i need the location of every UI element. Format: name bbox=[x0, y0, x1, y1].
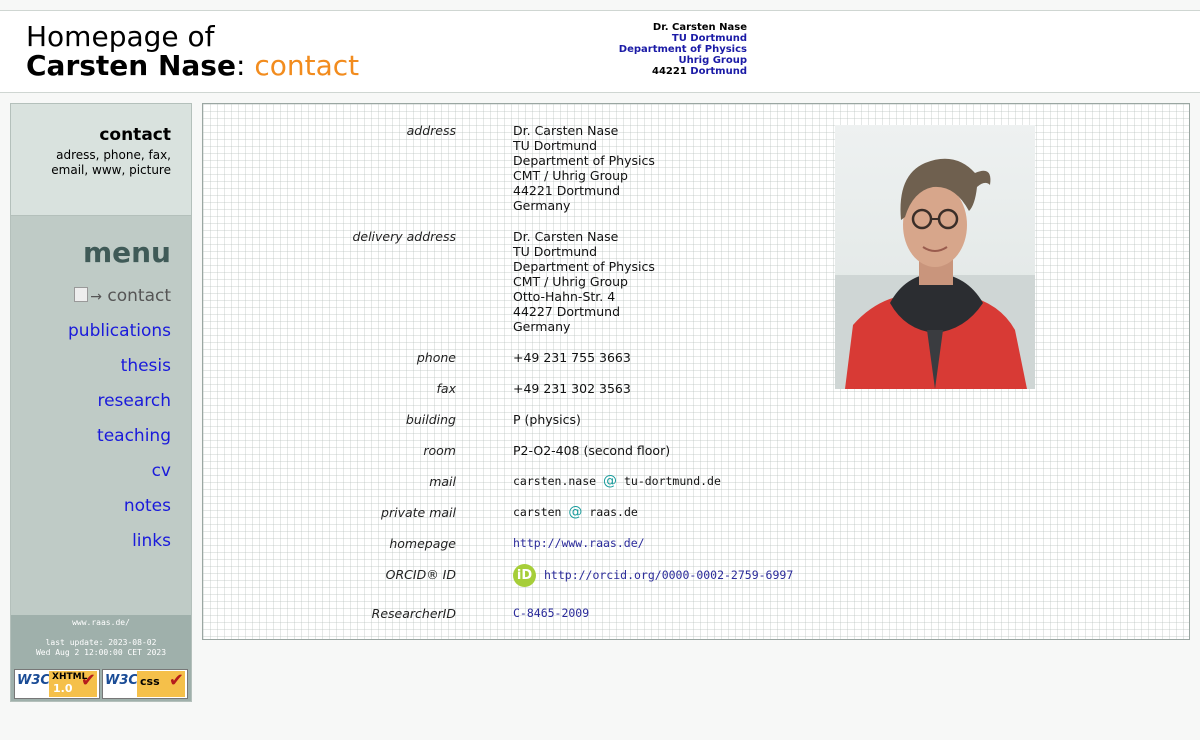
mail-domain: tu-dortmund.de bbox=[623, 474, 721, 488]
page-title: Homepage of Carsten Nase: contact bbox=[26, 22, 359, 80]
xhtml-badge-version: 1.0 bbox=[53, 682, 73, 695]
delivery-address-label: delivery address bbox=[352, 229, 456, 244]
w3c-logo: W3C bbox=[105, 673, 138, 688]
checkmark-icon: ✔ bbox=[168, 670, 184, 691]
delivery-line: Department of Physics bbox=[513, 259, 655, 274]
address-line: Department of Physics bbox=[513, 153, 655, 168]
menu-item-label: contact bbox=[107, 286, 171, 306]
orcid-link[interactable]: http://orcid.org/0000-0002-2759-6997 bbox=[544, 568, 793, 582]
private-mail-user: carsten bbox=[513, 505, 562, 519]
title-line1: Homepage of bbox=[26, 20, 215, 53]
title-line2: Carsten Nase: contact bbox=[26, 51, 359, 80]
orcid-value: iD http://orcid.org/0000-0002-2759-6997 bbox=[513, 564, 793, 587]
header-address-city[interactable]: Dortmund bbox=[690, 66, 747, 77]
header-address-dept[interactable]: Department of Physics bbox=[560, 44, 747, 55]
css-valid-badge[interactable]: W3C css ✔ bbox=[102, 669, 188, 699]
building-label: building bbox=[405, 412, 456, 427]
header-address-group[interactable]: Uhrig Group bbox=[560, 55, 747, 66]
address-line: CMT / Uhrig Group bbox=[513, 168, 628, 183]
w3c-logo: W3C bbox=[17, 673, 50, 688]
delivery-line: CMT / Uhrig Group bbox=[513, 274, 628, 289]
address-label: address bbox=[406, 123, 456, 138]
orcid-icon[interactable]: iD bbox=[513, 564, 536, 587]
menu-item-research[interactable]: research bbox=[68, 388, 171, 423]
css-badge-label: css ✔ bbox=[137, 671, 185, 697]
sidebar-section-title: contact bbox=[99, 125, 171, 145]
footer-www[interactable]: www.raas.de/ bbox=[11, 618, 191, 628]
contact-panel: address Dr. Carsten Nase TU Dortmund Dep… bbox=[202, 103, 1190, 640]
sidebar-footer: www.raas.de/ last update: 2023-08-02 Wed… bbox=[11, 615, 191, 701]
researcher-id-label: ResearcherID bbox=[371, 606, 456, 621]
room-value: P2-O2-408 (second floor) bbox=[513, 443, 671, 458]
delivery-line: TU Dortmund bbox=[513, 244, 598, 259]
delivery-address-value: Dr. Carsten Nase TU Dortmund Department … bbox=[513, 229, 655, 334]
css-badge-top: css bbox=[140, 675, 160, 688]
header-address-org[interactable]: TU Dortmund bbox=[560, 33, 747, 44]
menu-item-publications[interactable]: publications bbox=[68, 318, 171, 353]
menu-item-thesis[interactable]: thesis bbox=[68, 353, 171, 388]
fax-label: fax bbox=[436, 381, 456, 396]
orcid-label: ORCID® ID bbox=[385, 567, 456, 582]
mail-label: mail bbox=[429, 474, 456, 489]
researcher-id-link[interactable]: C-8465-2009 bbox=[513, 606, 589, 621]
arrow-right-icon: → bbox=[90, 289, 102, 305]
footer-last-update: last update: 2023-08-02 bbox=[45, 638, 157, 647]
address-line: Dr. Carsten Nase bbox=[513, 123, 619, 138]
sidebar-section-info: contact adress, phone, fax, email, www, … bbox=[11, 104, 191, 216]
header-address-zip: 44221 bbox=[652, 66, 687, 77]
mail-value: carsten.nase @ tu-dortmund.de bbox=[513, 474, 721, 489]
broken-image-icon bbox=[74, 287, 89, 302]
private-mail-domain: raas.de bbox=[589, 505, 638, 519]
delivery-line: Otto-Hahn-Str. 4 bbox=[513, 289, 616, 304]
page-header: Homepage of Carsten Nase: contact Dr. Ca… bbox=[0, 11, 1200, 93]
title-name: Carsten Nase bbox=[26, 49, 236, 82]
delivery-line: Germany bbox=[513, 319, 571, 334]
portrait-photo bbox=[835, 125, 1035, 389]
room-label: room bbox=[423, 443, 456, 458]
portrait-illustration bbox=[835, 158, 1035, 389]
footer-update: last update: 2023-08-02 Wed Aug 2 12:00:… bbox=[11, 638, 191, 658]
homepage-link[interactable]: http://www.raas.de/ bbox=[513, 536, 645, 551]
phone-label: phone bbox=[416, 350, 456, 365]
building-value: P (physics) bbox=[513, 412, 581, 427]
xhtml-badge-label: XHTML 1.0 ✔ bbox=[49, 671, 97, 697]
footer-date: Wed Aug 2 12:00:00 CET 2023 bbox=[35, 648, 167, 657]
sidebar-section-desc: adress, phone, fax, email, www, picture bbox=[51, 148, 171, 177]
address-line: Germany bbox=[513, 198, 571, 213]
title-section: contact bbox=[254, 49, 360, 82]
fax-value: +49 231 302 3563 bbox=[513, 381, 631, 396]
menu-item-links[interactable]: links bbox=[68, 528, 171, 563]
private-mail-label: private mail bbox=[381, 505, 456, 520]
address-value: Dr. Carsten Nase TU Dortmund Department … bbox=[513, 123, 655, 213]
address-line: 44221 Dortmund bbox=[513, 183, 621, 198]
xhtml-valid-badge[interactable]: W3C XHTML 1.0 ✔ bbox=[14, 669, 100, 699]
title-separator: : bbox=[235, 49, 246, 82]
header-address: Dr. Carsten Nase TU Dortmund Department … bbox=[560, 22, 747, 77]
at-icon: @ bbox=[603, 473, 618, 489]
address-line: TU Dortmund bbox=[513, 138, 598, 153]
checkmark-icon: ✔ bbox=[80, 670, 96, 691]
delivery-line: 44227 Dortmund bbox=[513, 304, 621, 319]
at-icon: @ bbox=[568, 504, 583, 520]
menu: → contact publications thesis research t… bbox=[68, 283, 171, 563]
menu-title: menu bbox=[82, 236, 171, 269]
delivery-line: Dr. Carsten Nase bbox=[513, 229, 619, 244]
menu-item-cv[interactable]: cv bbox=[68, 458, 171, 493]
mail-user: carsten.nase bbox=[513, 474, 597, 488]
header-address-city-line: 44221 Dortmund bbox=[560, 66, 747, 77]
menu-item-contact: → contact bbox=[68, 283, 171, 318]
menu-item-notes[interactable]: notes bbox=[68, 493, 171, 528]
phone-value: +49 231 755 3663 bbox=[513, 350, 631, 365]
private-mail-value: carsten @ raas.de bbox=[513, 505, 638, 520]
sidebar: contact adress, phone, fax, email, www, … bbox=[10, 103, 192, 702]
header-address-name: Dr. Carsten Nase bbox=[652, 22, 747, 33]
homepage-label: homepage bbox=[389, 536, 456, 551]
menu-item-teaching[interactable]: teaching bbox=[68, 423, 171, 458]
